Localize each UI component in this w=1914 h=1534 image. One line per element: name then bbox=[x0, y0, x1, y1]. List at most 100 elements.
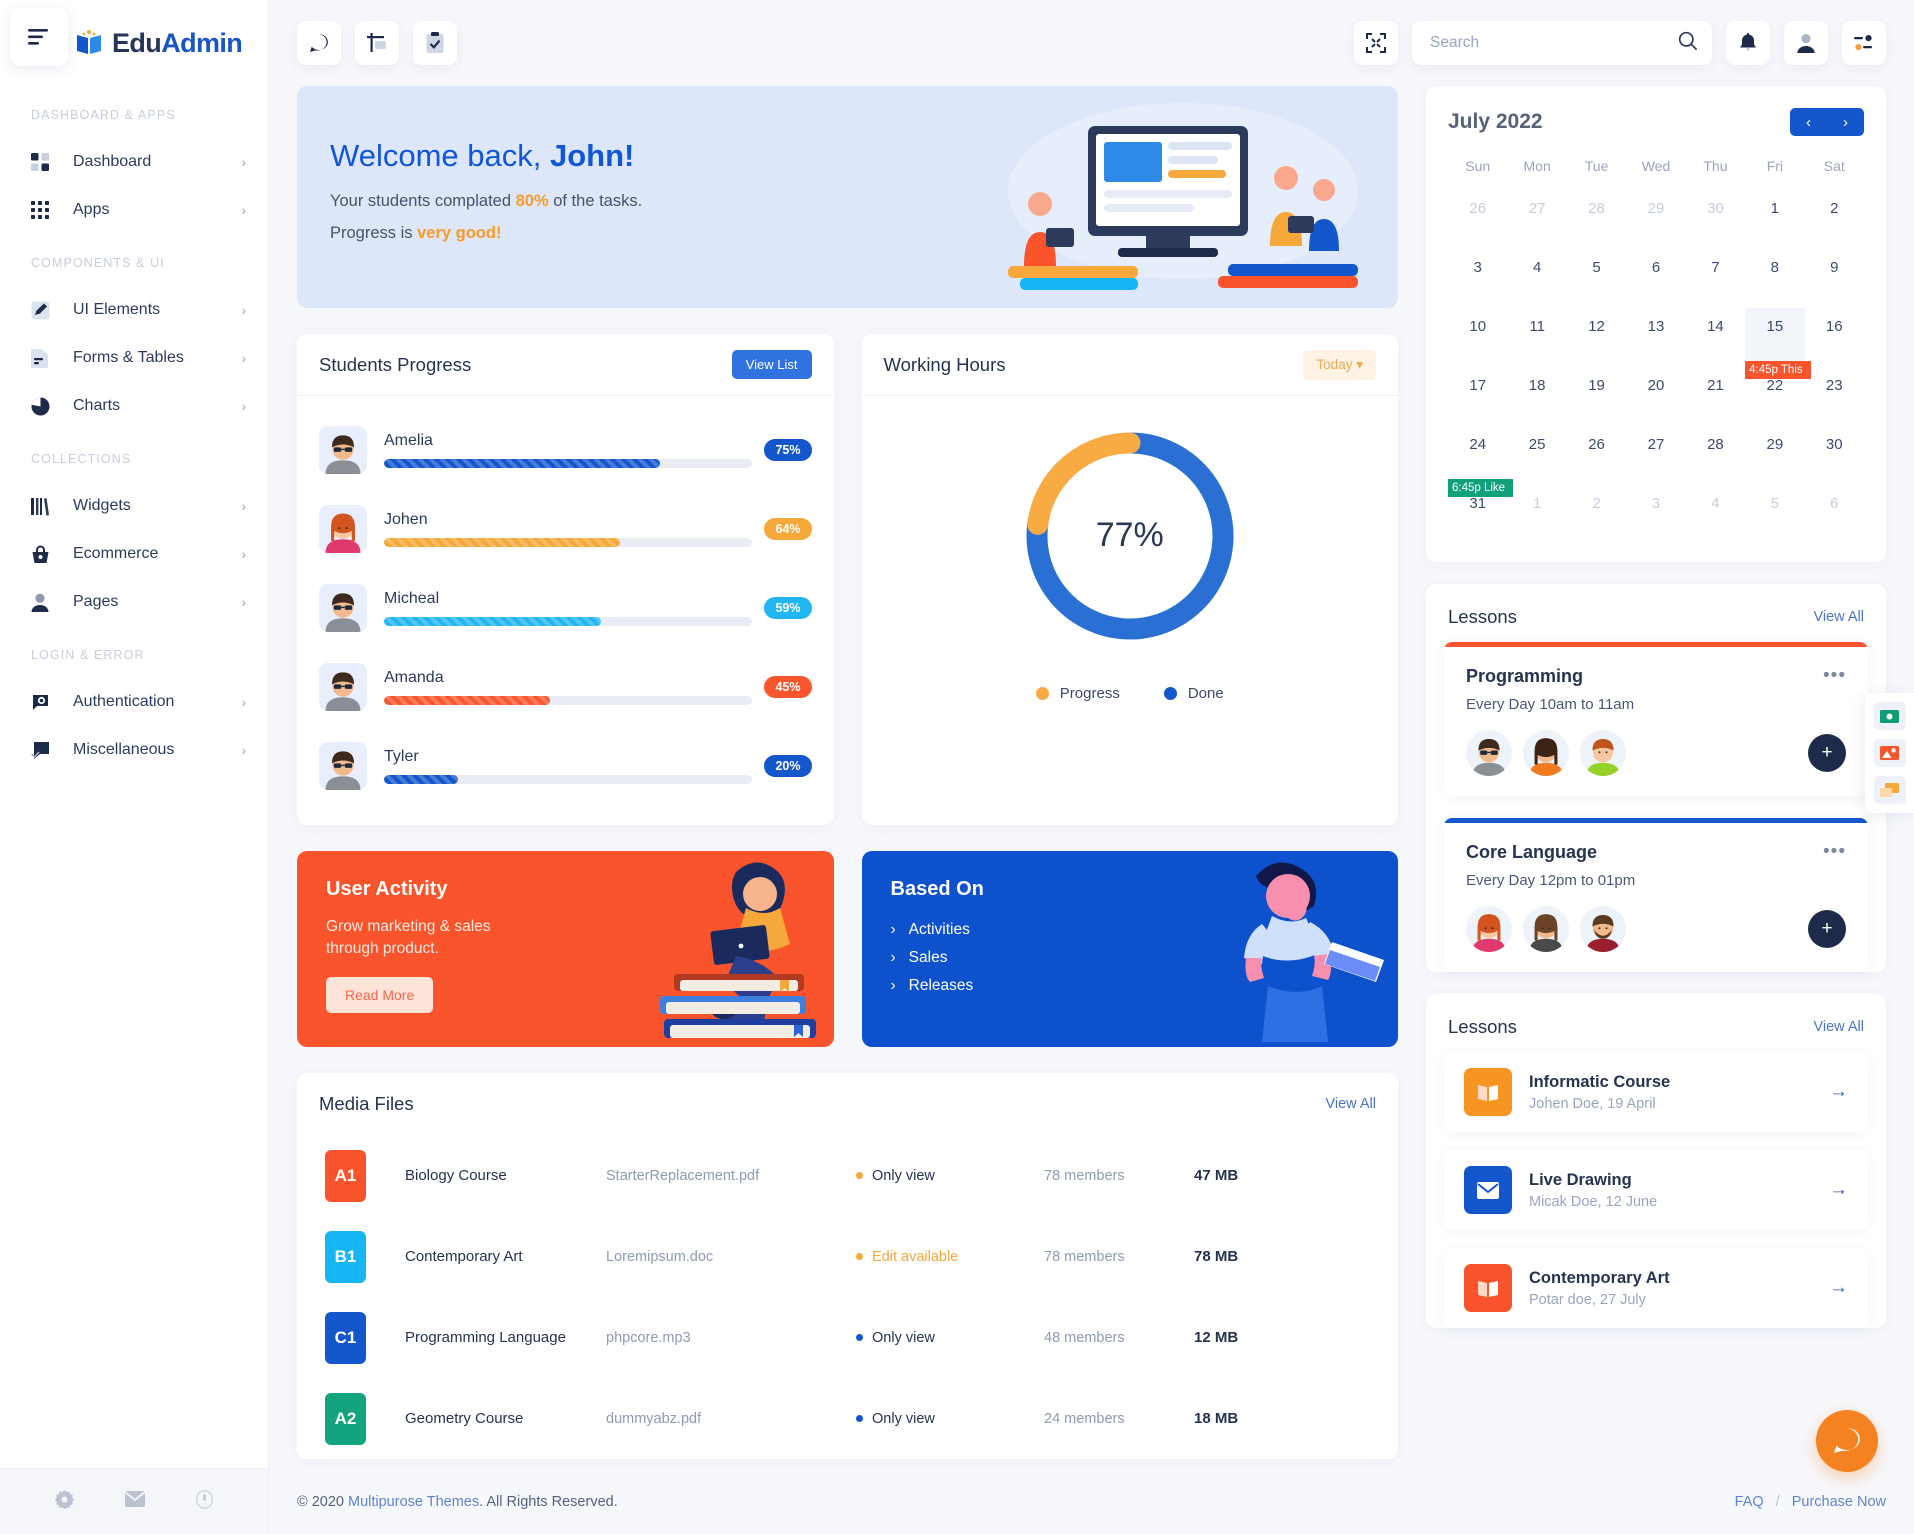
calendar-day[interactable]: 2 bbox=[1567, 485, 1626, 544]
calendar-next-button[interactable]: › bbox=[1827, 108, 1864, 136]
sidebar-item-dashboard[interactable]: Dashboard › bbox=[0, 138, 268, 186]
calendar-day[interactable]: 20 bbox=[1626, 367, 1685, 426]
calendar-day[interactable]: 26 bbox=[1448, 190, 1507, 249]
chat-bubble-icon-button[interactable] bbox=[297, 21, 341, 65]
calendar-day[interactable]: 16 bbox=[1805, 308, 1864, 367]
based-on-item[interactable]: › Sales bbox=[891, 944, 1399, 972]
sidebar-item-forms-tables[interactable]: Forms & Tables › bbox=[0, 334, 268, 382]
layout-icon-button[interactable] bbox=[355, 21, 399, 65]
view-list-button[interactable]: View List bbox=[731, 350, 812, 379]
calendar-day[interactable]: 24 6:45p Like bbox=[1448, 426, 1514, 497]
calendar-day[interactable]: 14 bbox=[1686, 308, 1745, 367]
calendar-day[interactable]: 7 bbox=[1686, 249, 1745, 308]
purchase-now-link[interactable]: Purchase Now bbox=[1792, 1494, 1886, 1510]
more-dots-icon[interactable]: ••• bbox=[1823, 665, 1846, 687]
calendar-day[interactable]: 5 bbox=[1745, 485, 1804, 544]
add-participant-button[interactable]: + bbox=[1808, 910, 1846, 948]
based-on-item[interactable]: › Releases bbox=[891, 972, 1399, 1000]
sidebar-item-ecommerce[interactable]: Ecommerce › bbox=[0, 530, 268, 578]
list-item[interactable]: Live Drawing Micak Doe, 12 June → bbox=[1444, 1150, 1868, 1230]
table-row[interactable]: C1 Programming Language phpcore.mp3 Only… bbox=[297, 1297, 1398, 1378]
sidebar-toggle-button[interactable] bbox=[10, 8, 68, 66]
calendar-day[interactable]: 28 bbox=[1686, 426, 1745, 485]
calendar-day[interactable]: 27 bbox=[1507, 190, 1566, 249]
calendar-day[interactable]: 18 bbox=[1507, 367, 1566, 426]
sidebar-item-charts[interactable]: Charts › bbox=[0, 382, 268, 430]
calendar-day[interactable]: 31 bbox=[1448, 485, 1507, 544]
sidebar-item-miscellaneous[interactable]: Miscellaneous › bbox=[0, 726, 268, 774]
calendar-day[interactable]: 1 bbox=[1507, 485, 1566, 544]
notifications-button[interactable] bbox=[1726, 21, 1770, 65]
calendar-day[interactable]: 27 bbox=[1626, 426, 1685, 485]
search-input[interactable] bbox=[1430, 34, 1678, 52]
calendar-day[interactable]: 3 bbox=[1448, 249, 1507, 308]
calendar-day[interactable]: 2 bbox=[1805, 190, 1864, 249]
calendar-day[interactable]: 25 bbox=[1507, 426, 1566, 485]
calendar-day[interactable]: 10 bbox=[1448, 308, 1507, 367]
calendar-day[interactable]: 22 bbox=[1745, 367, 1804, 426]
calendar-day[interactable]: 30 bbox=[1686, 190, 1745, 249]
power-lock-icon[interactable] bbox=[195, 1489, 213, 1514]
today-filter-dropdown[interactable]: Today ▾ bbox=[1303, 349, 1376, 380]
table-row[interactable]: A2 Geometry Course dummyabz.pdf Only vie… bbox=[297, 1378, 1398, 1459]
mail-icon[interactable] bbox=[124, 1491, 146, 1512]
cash-icon-button[interactable] bbox=[1873, 702, 1906, 730]
calendar-day[interactable]: 6 bbox=[1626, 249, 1685, 308]
calendar-day[interactable]: 3 bbox=[1626, 485, 1685, 544]
calendar-day[interactable]: 17 bbox=[1448, 367, 1507, 426]
sidebar-item-pages[interactable]: Pages › bbox=[0, 578, 268, 626]
open-book-icon bbox=[1464, 1068, 1512, 1116]
calendar-day[interactable]: 8 bbox=[1745, 249, 1804, 308]
lessons-schedule-title: Lessons bbox=[1448, 606, 1517, 627]
search-icon[interactable] bbox=[1678, 31, 1698, 56]
calendar-day[interactable]: 4 bbox=[1686, 485, 1745, 544]
calendar-day[interactable]: 4 bbox=[1507, 249, 1566, 308]
list-item[interactable]: Informatic Course Johen Doe, 19 April → bbox=[1444, 1052, 1868, 1132]
copyright-link[interactable]: Multipurose Themes bbox=[348, 1494, 479, 1510]
more-dots-icon[interactable]: ••• bbox=[1823, 841, 1846, 863]
gear-icon[interactable] bbox=[55, 1489, 75, 1514]
arrow-right-icon[interactable]: → bbox=[1829, 1081, 1848, 1103]
media-files-view-all[interactable]: View All bbox=[1325, 1096, 1376, 1112]
list-item[interactable]: Contemporary Art Potar doe, 27 July → bbox=[1444, 1248, 1868, 1328]
sidebar-item-ui-elements[interactable]: UI Elements › bbox=[0, 286, 268, 334]
chat-icon-button[interactable] bbox=[1873, 776, 1906, 804]
table-row[interactable]: B1 Contemporary Art Loremipsum.doc Edit … bbox=[297, 1216, 1398, 1297]
table-row[interactable]: A1 Biology Course StarterReplacement.pdf… bbox=[297, 1135, 1398, 1216]
calendar-day[interactable]: 19 bbox=[1567, 367, 1626, 426]
calendar-day[interactable]: 5 bbox=[1567, 249, 1626, 308]
arrow-right-icon[interactable]: → bbox=[1829, 1277, 1848, 1299]
arrow-right-icon[interactable]: → bbox=[1829, 1179, 1848, 1201]
calendar-day[interactable]: 12 bbox=[1567, 308, 1626, 367]
calendar-day[interactable]: 9 bbox=[1805, 249, 1864, 308]
faq-link[interactable]: FAQ bbox=[1735, 1494, 1764, 1510]
calendar-day[interactable]: 29 bbox=[1745, 426, 1804, 485]
add-participant-button[interactable]: + bbox=[1808, 734, 1846, 772]
calendar-day[interactable]: 26 bbox=[1567, 426, 1626, 485]
calendar-day[interactable]: 6 bbox=[1805, 485, 1864, 544]
calendar-day[interactable]: 28 bbox=[1567, 190, 1626, 249]
calendar-day[interactable]: 21 bbox=[1686, 367, 1745, 426]
calendar-day[interactable]: 11 bbox=[1507, 308, 1566, 367]
clipboard-check-icon-button[interactable] bbox=[413, 21, 457, 65]
calendar-day[interactable]: 29 bbox=[1626, 190, 1685, 249]
fullscreen-button[interactable] bbox=[1354, 21, 1398, 65]
lessons-list-view-all[interactable]: View All bbox=[1813, 1019, 1864, 1035]
search-box[interactable] bbox=[1412, 21, 1712, 65]
sidebar-item-widgets[interactable]: Widgets › bbox=[0, 482, 268, 530]
profile-button[interactable] bbox=[1784, 21, 1828, 65]
calendar-day[interactable]: 23 bbox=[1805, 367, 1864, 426]
sidebar-item-authentication[interactable]: Authentication › bbox=[0, 678, 268, 726]
sidebar-item-apps[interactable]: Apps › bbox=[0, 186, 268, 234]
read-more-button[interactable]: Read More bbox=[326, 976, 434, 1013]
calendar-day[interactable]: 30 bbox=[1805, 426, 1864, 485]
calendar-day[interactable]: 15 4:45p This bbox=[1745, 308, 1811, 379]
settings-button[interactable] bbox=[1842, 21, 1886, 65]
lessons-schedule-view-all[interactable]: View All bbox=[1813, 609, 1864, 625]
based-on-item[interactable]: › Activities bbox=[891, 916, 1399, 944]
calendar-day[interactable]: 1 bbox=[1745, 190, 1804, 249]
chat-fab-button[interactable] bbox=[1816, 1410, 1878, 1472]
calendar-prev-button[interactable]: ‹ bbox=[1790, 108, 1827, 136]
image-icon-button[interactable] bbox=[1873, 739, 1906, 767]
calendar-day[interactable]: 13 bbox=[1626, 308, 1685, 367]
